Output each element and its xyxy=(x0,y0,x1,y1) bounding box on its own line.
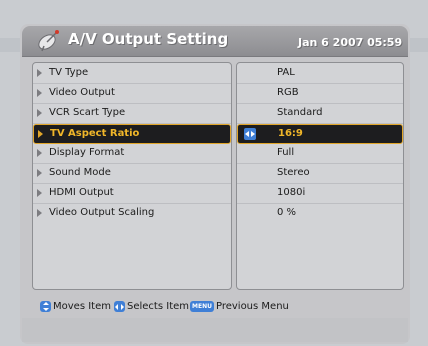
setting-value-video-output-scaling[interactable]: 0 % xyxy=(237,204,403,224)
arrow-icon xyxy=(37,69,42,77)
setting-value-tv-type[interactable]: PAL xyxy=(237,64,403,84)
setting-row-display-format[interactable]: Display Format xyxy=(33,144,231,164)
help-select: Selects Item xyxy=(114,296,189,315)
setting-value: Full xyxy=(277,147,295,158)
setting-label: HDMI Output xyxy=(49,187,114,198)
help-move: Moves Item xyxy=(40,296,111,315)
arrow-icon xyxy=(38,130,43,138)
up-down-arrows-icon xyxy=(40,301,51,312)
setting-row-video-output-scaling[interactable]: Video Output Scaling xyxy=(33,204,231,224)
setting-value-sound-mode[interactable]: Stereo xyxy=(237,164,403,184)
setting-label: TV Aspect Ratio xyxy=(50,128,140,139)
arrow-icon xyxy=(37,169,42,177)
arrow-icon xyxy=(37,89,42,97)
arrow-icon xyxy=(37,149,42,157)
setting-value: PAL xyxy=(277,67,295,78)
setting-label: Display Format xyxy=(49,147,125,158)
settings-value-list: PAL RGB Standard 16:9 Full Stereo 1080i … xyxy=(236,62,404,290)
setting-row-vcr-scart-type[interactable]: VCR Scart Type xyxy=(33,104,231,124)
setting-label: TV Type xyxy=(49,67,89,78)
setting-value-video-output[interactable]: RGB xyxy=(237,84,403,104)
setting-value-tv-aspect-ratio[interactable]: 16:9 xyxy=(237,124,403,144)
setting-label: Video Output Scaling xyxy=(49,207,155,218)
setting-value-vcr-scart-type[interactable]: Standard xyxy=(237,104,403,124)
tv-screen: A/V Output Setting Jan 6 2007 05:59 TV T… xyxy=(0,0,428,346)
setting-row-tv-type[interactable]: TV Type xyxy=(33,64,231,84)
setting-value-hdmi-output[interactable]: 1080i xyxy=(237,184,403,204)
menu-key-icon: MENU xyxy=(190,301,214,312)
setting-value: Standard xyxy=(277,107,323,118)
setting-label: Sound Mode xyxy=(49,167,111,178)
setting-value: Stereo xyxy=(277,167,310,178)
date-time: Jan 6 2007 05:59 xyxy=(298,36,403,49)
setting-row-sound-mode[interactable]: Sound Mode xyxy=(33,164,231,184)
setting-label: Video Output xyxy=(49,87,115,98)
setting-value: 0 % xyxy=(277,207,297,218)
help-bar: Moves Item Selects Item MENU Previous Men… xyxy=(30,294,404,314)
arrow-icon xyxy=(37,109,42,117)
satellite-dish-icon xyxy=(38,30,59,52)
page-title: A/V Output Setting xyxy=(68,30,229,48)
setting-value-display-format[interactable]: Full xyxy=(237,144,403,164)
setting-row-tv-aspect-ratio[interactable]: TV Aspect Ratio xyxy=(33,124,231,144)
arrow-icon xyxy=(37,209,42,217)
setting-value: 1080i xyxy=(277,187,306,198)
setting-label: VCR Scart Type xyxy=(49,107,126,118)
setting-value: 16:9 xyxy=(278,128,303,139)
setting-value: RGB xyxy=(277,87,299,98)
setting-row-video-output[interactable]: Video Output xyxy=(33,84,231,104)
arrow-icon xyxy=(37,189,42,197)
setting-row-hdmi-output[interactable]: HDMI Output xyxy=(33,184,231,204)
footer-band xyxy=(22,318,408,342)
help-previous-menu: MENU Previous Menu xyxy=(190,301,289,312)
settings-label-list: TV Type Video Output VCR Scart Type TV A… xyxy=(32,62,232,290)
left-right-arrows-icon[interactable] xyxy=(244,128,256,140)
left-right-arrows-icon xyxy=(114,301,125,312)
